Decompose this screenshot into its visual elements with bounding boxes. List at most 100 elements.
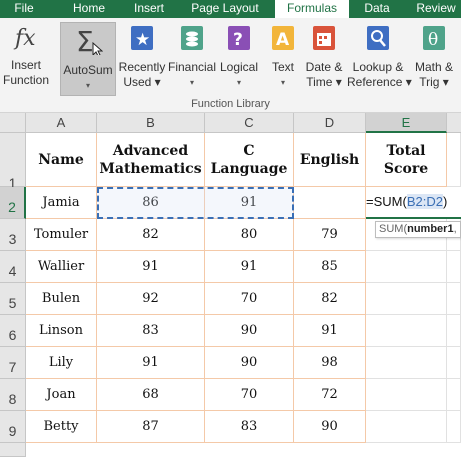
- cell-english-row-5[interactable]: 82: [294, 283, 366, 315]
- cell-name-row-4[interactable]: Wallier: [26, 251, 97, 283]
- tab-formulas[interactable]: Formulas: [275, 0, 349, 19]
- cell-total-score-row-9[interactable]: [366, 411, 447, 443]
- cell-english-row-9[interactable]: 90: [294, 411, 366, 443]
- row-header-6[interactable]: 6: [0, 315, 26, 347]
- function-syntax-tooltip: SUM(number1,: [375, 221, 461, 238]
- cell-english-row-6[interactable]: 91: [294, 315, 366, 347]
- svg-text:fx: fx: [13, 26, 36, 50]
- tab-insert[interactable]: Insert: [125, 0, 173, 18]
- tab-file[interactable]: File: [4, 0, 44, 18]
- worksheet-grid[interactable]: A B C D E 1 2 3 4 5 6 7 8 9 Name Advance…: [0, 113, 461, 457]
- row-header-5[interactable]: 5: [0, 283, 26, 315]
- cell-english-row-3[interactable]: 79: [294, 219, 366, 251]
- cell-advanced-mathematics-row-8[interactable]: 68: [97, 379, 205, 411]
- svg-text:★: ★: [135, 30, 150, 49]
- tab-home[interactable]: Home: [66, 0, 112, 18]
- row-header-1[interactable]: 1: [0, 133, 26, 191]
- tab-review[interactable]: Review: [411, 0, 461, 18]
- cell-f-row-8[interactable]: [447, 379, 461, 411]
- cell-name-row-6[interactable]: Linson: [26, 315, 97, 347]
- column-header-a[interactable]: A: [26, 113, 97, 133]
- logical-button[interactable]: ? Logical ▾: [218, 22, 260, 96]
- cell-advanced-mathematics-row-6[interactable]: 83: [97, 315, 205, 347]
- cell-c-language-row-3[interactable]: 80: [205, 219, 294, 251]
- svg-text:?: ?: [233, 30, 243, 50]
- math-trig-button[interactable]: θ Math & Trig ▾: [410, 22, 458, 96]
- insert-function-icon: fx: [0, 24, 52, 54]
- recently-used-button[interactable]: ★ Recently Used ▾: [117, 22, 167, 96]
- cell-f-row-7[interactable]: [447, 347, 461, 379]
- cell-english-row-2[interactable]: [294, 187, 366, 219]
- cell-total-score-row-6[interactable]: [366, 315, 447, 347]
- cell-f-row-6[interactable]: [447, 315, 461, 347]
- insert-function-button[interactable]: fx Insert Function: [0, 22, 52, 96]
- header-cell-c-language[interactable]: C Language: [205, 133, 294, 187]
- cell-english-row-8[interactable]: 72: [294, 379, 366, 411]
- row-header-9[interactable]: 9: [0, 411, 26, 443]
- financial-button[interactable]: Financial ▾: [168, 22, 216, 96]
- svg-text:A: A: [276, 30, 290, 50]
- cell-name-row-9[interactable]: Betty: [26, 411, 97, 443]
- cell-c-language-row-7[interactable]: 90: [205, 347, 294, 379]
- svg-text:θ: θ: [428, 30, 438, 50]
- cell-total-score-row-5[interactable]: [366, 283, 447, 315]
- cell-total-score-row-7[interactable]: [366, 347, 447, 379]
- row-header-7[interactable]: 7: [0, 347, 26, 379]
- formula-range-reference: B2:D2: [406, 194, 443, 209]
- date-time-button[interactable]: Date & Time ▾: [302, 22, 346, 96]
- row-header-8[interactable]: 8: [0, 379, 26, 411]
- row-header-10[interactable]: [0, 443, 26, 457]
- cell-name-row-7[interactable]: Lily: [26, 347, 97, 379]
- cell-c-language-row-9[interactable]: 83: [205, 411, 294, 443]
- text-button[interactable]: A Text ▾: [266, 22, 300, 96]
- cell-english-row-4[interactable]: 85: [294, 251, 366, 283]
- cell-advanced-mathematics-row-4[interactable]: 91: [97, 251, 205, 283]
- cell-name-row-2[interactable]: Jamia: [26, 187, 97, 219]
- function-library-group-label: Function Library: [191, 98, 270, 110]
- cell-c-language-row-6[interactable]: 90: [205, 315, 294, 347]
- row-header-4[interactable]: 4: [0, 251, 26, 283]
- column-header-f[interactable]: [447, 113, 461, 133]
- cell-name-row-8[interactable]: Joan: [26, 379, 97, 411]
- cell-c-language-row-8[interactable]: 70: [205, 379, 294, 411]
- column-header-b[interactable]: B: [97, 113, 205, 133]
- autosum-icon: Σ: [61, 25, 115, 59]
- cell-advanced-mathematics-row-9[interactable]: 87: [97, 411, 205, 443]
- lookup-reference-icon: [347, 24, 409, 56]
- cell-advanced-mathematics-row-7[interactable]: 91: [97, 347, 205, 379]
- cell-f-row-4[interactable]: [447, 251, 461, 283]
- cell-advanced-mathematics-row-3[interactable]: 82: [97, 219, 205, 251]
- cell-f1[interactable]: [447, 133, 461, 187]
- header-cell-english[interactable]: English: [294, 133, 366, 187]
- cell-c-language-row-4[interactable]: 91: [205, 251, 294, 283]
- ribbon-panel: fx Insert Function Σ AutoSum ▾ ★ Recentl…: [0, 18, 461, 113]
- cell-f-row-9[interactable]: [447, 411, 461, 443]
- cell-advanced-mathematics-row-2[interactable]: 86: [97, 187, 205, 219]
- recently-used-icon: ★: [117, 24, 167, 56]
- column-header-d[interactable]: D: [294, 113, 366, 133]
- column-header-c[interactable]: C: [205, 113, 294, 133]
- cell-english-row-7[interactable]: 98: [294, 347, 366, 379]
- autosum-button[interactable]: Σ AutoSum ▾: [60, 22, 116, 96]
- tab-page-layout[interactable]: Page Layout: [186, 0, 264, 18]
- text-icon: A: [266, 24, 300, 56]
- cell-name-row-3[interactable]: Tomuler: [26, 219, 97, 251]
- tab-data[interactable]: Data: [356, 0, 398, 18]
- cell-f-row-5[interactable]: [447, 283, 461, 315]
- cell-c-language-row-5[interactable]: 70: [205, 283, 294, 315]
- cell-name-row-5[interactable]: Bulen: [26, 283, 97, 315]
- lookup-reference-button[interactable]: Lookup & Reference ▾: [347, 22, 412, 96]
- cell-c-language-row-2[interactable]: 91: [205, 187, 294, 219]
- header-cell-name[interactable]: Name: [26, 133, 97, 187]
- select-all-corner[interactable]: [0, 113, 26, 133]
- cell-total-score-row-4[interactable]: [366, 251, 447, 283]
- row-header-2[interactable]: 2: [0, 187, 26, 219]
- header-cell-total-score[interactable]: Total Score: [366, 133, 447, 187]
- cell-total-score-row-8[interactable]: [366, 379, 447, 411]
- cell-advanced-mathematics-row-5[interactable]: 92: [97, 283, 205, 315]
- active-cell-formula[interactable]: =SUM(B2:D2): [366, 187, 461, 219]
- column-header-e[interactable]: E: [366, 113, 447, 133]
- header-cell-advanced-mathematics[interactable]: Advanced Mathematics: [97, 133, 205, 187]
- math-trig-icon: θ: [410, 24, 458, 56]
- row-header-3[interactable]: 3: [0, 219, 26, 251]
